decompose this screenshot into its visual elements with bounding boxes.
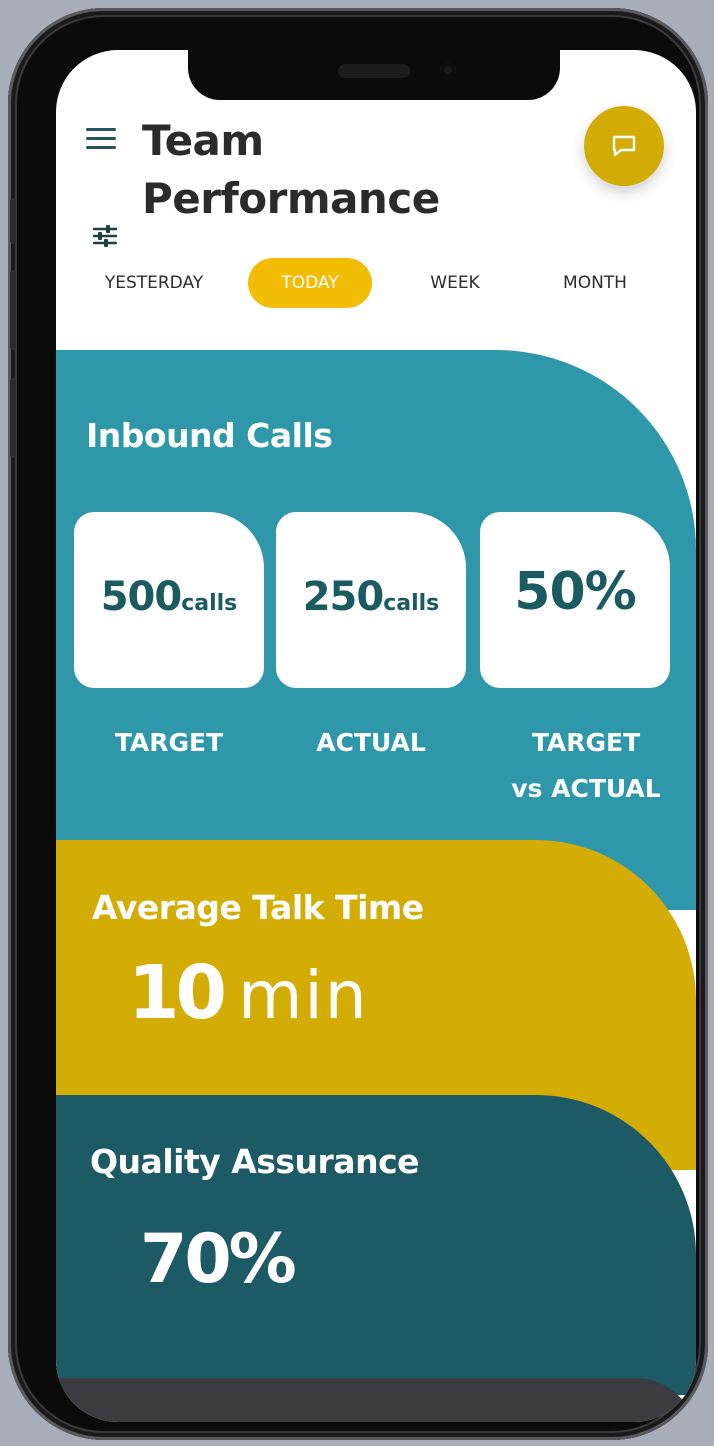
target-value: 500 [100,574,182,620]
silent-switch [10,198,16,244]
target-label: TARGET [114,728,224,757]
volume-down-button [10,378,16,458]
target-tile: 500 calls [74,512,264,688]
quality-title: Quality Assurance [90,1142,420,1181]
talk-time-value: 10 min [128,950,369,1036]
next-card-peek [56,1378,696,1422]
page-title: Team Performance [142,116,440,223]
tab-today[interactable]: TODAY [248,258,372,308]
inbound-calls-title: Inbound Calls [86,416,333,455]
speaker-grille [338,64,410,78]
ratio-label-line1: TARGET [531,728,641,757]
ratio-tile: 50% [480,512,670,688]
front-camera [440,62,456,78]
phone-frame: Team Performance YESTERDAY TODAY WEEK MO… [8,8,708,1440]
chat-button[interactable] [584,106,664,186]
period-tabs: YESTERDAY TODAY WEEK MONTH [74,258,674,308]
tab-week[interactable]: WEEK [400,258,510,308]
tab-month[interactable]: MONTH [540,258,650,308]
sliders-filter-icon[interactable] [92,224,118,248]
talk-time-unit: min [238,957,369,1034]
actual-tile: 250 calls [276,512,466,688]
target-unit: calls [181,591,238,616]
app-screen: Team Performance YESTERDAY TODAY WEEK MO… [56,50,696,1422]
quality-value: 70% [140,1220,297,1299]
ratio-value: 50% [514,562,636,622]
ratio-label-line2: vs ACTUAL [511,774,661,803]
actual-value: 250 [302,574,384,620]
hamburger-menu-icon[interactable] [86,128,116,150]
actual-label: ACTUAL [316,728,426,757]
actual-unit: calls [383,591,440,616]
volume-up-button [10,270,16,350]
notch [188,50,560,100]
talk-time-number: 10 [128,950,227,1036]
tab-yesterday[interactable]: YESTERDAY [74,258,234,308]
chat-bubble-icon [612,135,636,157]
talk-time-title: Average Talk Time [92,888,424,927]
